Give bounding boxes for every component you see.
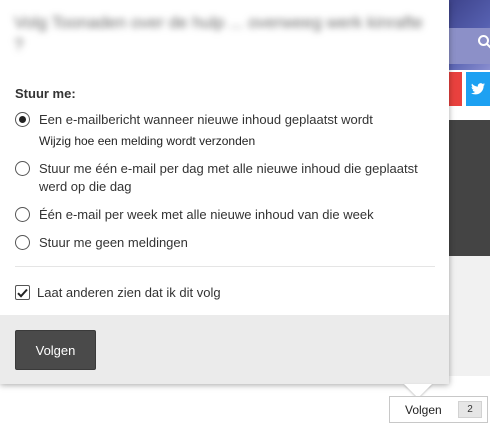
follow-button[interactable]: Volgen [15, 330, 96, 370]
radio-daily-digest[interactable] [15, 161, 30, 176]
option-no-notifications[interactable]: Stuur me geen meldingen [15, 234, 429, 252]
radio-email-on-new-content[interactable] [15, 112, 30, 127]
option-label: Stuur me één e-mail per dag met alle nie… [39, 161, 418, 194]
option-label: Een e-mailbericht wanneer nieuwe inhoud … [39, 112, 373, 127]
divider [15, 266, 435, 267]
checkmark-icon [17, 288, 28, 298]
show-follow-checkbox[interactable] [15, 285, 30, 300]
twitter-icon [471, 83, 485, 95]
show-follow-label: Laat anderen zien dat ik dit volg [37, 285, 221, 300]
change-notification-link[interactable]: Wijzig hoe een melding wordt verzonden [39, 132, 429, 150]
follow-widget-label: Volgen [405, 402, 442, 417]
twitter-share-button[interactable] [466, 72, 490, 106]
follower-count-badge: 2 [458, 401, 482, 418]
radio-weekly-digest[interactable] [15, 207, 30, 222]
option-label: Één e-mail per week met alle nieuwe inho… [39, 207, 374, 222]
popup-footer: Volgen [0, 315, 449, 384]
search-icon[interactable] [477, 34, 490, 50]
option-weekly-digest[interactable]: Één e-mail per week met alle nieuwe inho… [15, 206, 429, 224]
option-daily-digest[interactable]: Stuur me één e-mail per dag met alle nie… [15, 160, 429, 196]
option-label: Stuur me geen meldingen [39, 235, 188, 250]
follow-widget-button[interactable]: Volgen 2 [389, 396, 488, 423]
radio-no-notifications[interactable] [15, 235, 30, 250]
popup-title: Volg Toonaden over de hulp ... overweeg … [14, 13, 423, 54]
send-me-label: Stuur me: [15, 86, 76, 101]
option-email-on-new-content[interactable]: Een e-mailbericht wanneer nieuwe inhoud … [15, 111, 429, 150]
show-follow-checkbox-row[interactable]: Laat anderen zien dat ik dit volg [15, 285, 221, 300]
follow-settings-popup: Volg Toonaden over de hulp ... overweeg … [0, 0, 449, 384]
